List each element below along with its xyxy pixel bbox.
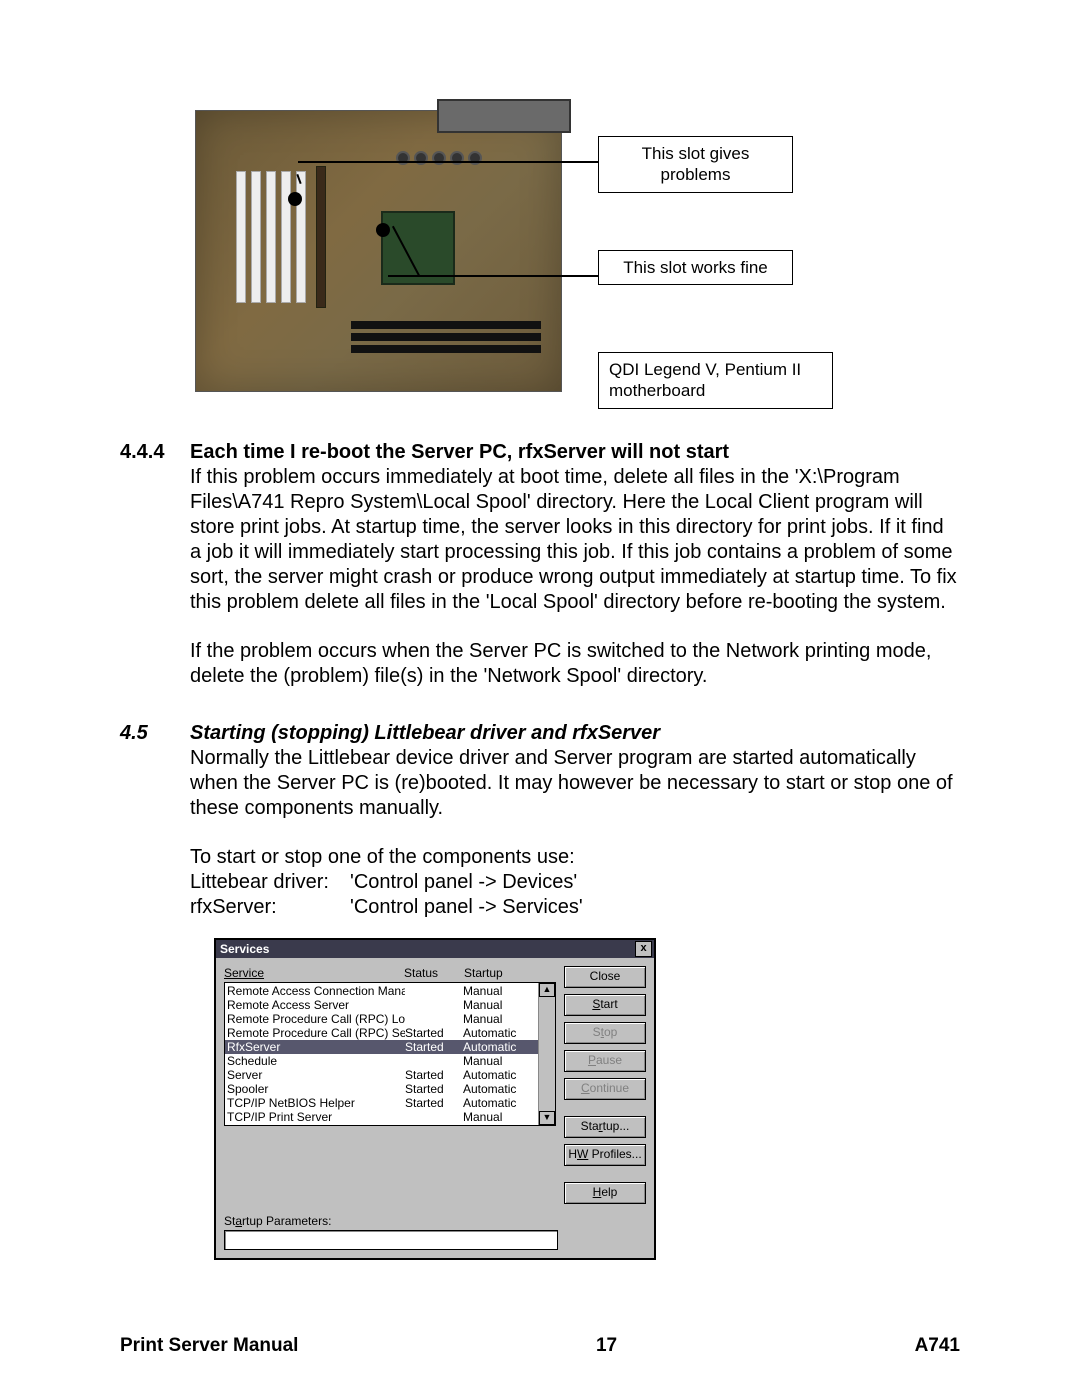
start-button[interactable]: Start	[564, 994, 646, 1016]
col-header-startup: Startup	[464, 966, 524, 980]
scroll-down-icon[interactable]: ▼	[539, 1111, 555, 1125]
services-dialog: Services x Service Status Startup Remote…	[214, 938, 656, 1260]
cell-service: Spooler	[227, 1082, 405, 1096]
dimm-slot	[351, 321, 541, 329]
footer-page-number: 17	[596, 1335, 617, 1357]
startup-params-input[interactable]	[224, 1230, 558, 1250]
cell-startup: Manual	[463, 1054, 521, 1068]
cell-status	[405, 1054, 463, 1068]
table-row[interactable]: RfxServerStartedAutomatic	[225, 1040, 538, 1054]
dimm-slot	[351, 333, 541, 341]
footer-right: A741	[915, 1335, 960, 1357]
close-button[interactable]: Close	[564, 966, 646, 988]
cell-startup: Manual	[463, 1012, 521, 1026]
cell-startup: Automatic	[463, 1082, 521, 1096]
agp-slot	[316, 166, 326, 308]
cell-status	[405, 1012, 463, 1026]
table-row[interactable]: TCP/IP Print Server Manual	[225, 1110, 538, 1124]
cell-startup: Manual	[463, 998, 521, 1012]
cell-service: Remote Access Server	[227, 998, 405, 1012]
row-label: Littebear driver:	[190, 870, 350, 895]
row-label: rfxServer:	[190, 895, 350, 920]
cell-status: Started	[405, 1068, 463, 1082]
pci-slot	[281, 171, 291, 303]
table-row[interactable]: SpoolerStartedAutomatic	[225, 1082, 538, 1096]
col-header-service: Service	[224, 966, 404, 980]
cell-service: Remote Access Connection Manager	[227, 984, 405, 998]
motherboard-figure: This slot gives problems This slot works…	[120, 110, 960, 410]
body-text: To start or stop one of the components u…	[190, 845, 960, 870]
cell-service: Server	[227, 1068, 405, 1082]
pci-slot	[236, 171, 246, 303]
cell-startup: Automatic	[463, 1068, 521, 1082]
stop-button[interactable]: Stop	[564, 1022, 646, 1044]
cell-service: TCP/IP Print Server	[227, 1110, 405, 1124]
startup-params-label: Startup Parameters:	[224, 1214, 646, 1228]
section-number: 4.5	[120, 722, 148, 744]
section-title: Each time I re-boot the Server PC, rfxSe…	[190, 440, 960, 465]
table-row[interactable]: TCP/IP NetBIOS HelperStartedAutomatic	[225, 1096, 538, 1110]
table-row[interactable]: ServerStartedAutomatic	[225, 1068, 538, 1082]
cell-status	[405, 998, 463, 1012]
leader-line	[298, 161, 598, 163]
cell-startup: Automatic	[463, 1096, 521, 1110]
help-button[interactable]: Help	[564, 1182, 646, 1204]
startup-button[interactable]: Startup...	[564, 1116, 646, 1138]
cell-service: RfxServer	[227, 1040, 405, 1054]
table-row[interactable]: Remote Procedure Call (RPC) ServiceStart…	[225, 1026, 538, 1040]
cell-startup: Manual	[463, 984, 521, 998]
scrollbar[interactable]: ▲ ▼	[538, 983, 556, 1125]
cell-service: Remote Procedure Call (RPC) Locator	[227, 1012, 405, 1026]
table-row[interactable]: Remote Procedure Call (RPC) Locator Manua…	[225, 1012, 538, 1026]
body-paragraph: If this problem occurs immediately at bo…	[190, 465, 960, 615]
cell-status: Started	[405, 1026, 463, 1040]
row-value: 'Control panel -> Services'	[350, 895, 583, 920]
pause-button[interactable]: Pause	[564, 1050, 646, 1072]
cell-startup: Manual	[463, 1110, 521, 1124]
cell-service: TCP/IP NetBIOS Helper	[227, 1096, 405, 1110]
service-list[interactable]: Remote Access Connection ManagerManualRe…	[225, 983, 538, 1125]
dimm-slot	[351, 345, 541, 353]
callout-board-caption: QDI Legend V, Pentium II motherboard	[598, 352, 833, 409]
dialog-titlebar[interactable]: Services x	[216, 940, 654, 958]
callout-fine-slot: This slot works fine	[598, 250, 793, 285]
cell-status	[405, 984, 463, 998]
pci-slot	[251, 171, 261, 303]
body-paragraph: If the problem occurs when the Server PC…	[190, 639, 960, 689]
footer-left: Print Server Manual	[120, 1335, 298, 1357]
cell-status	[405, 1110, 463, 1124]
dialog-title: Services	[220, 942, 269, 956]
col-header-status: Status	[404, 966, 464, 980]
cell-startup: Automatic	[463, 1026, 521, 1040]
hw-profiles-button[interactable]: HW Profiles...	[564, 1144, 646, 1166]
cell-status: Started	[405, 1082, 463, 1096]
pci-slot	[266, 171, 276, 303]
section-title: Starting (stopping) Littlebear driver an…	[190, 721, 960, 746]
motherboard-image	[195, 110, 562, 392]
io-ports	[437, 99, 571, 133]
section-number: 4.4.4	[120, 441, 164, 463]
cell-startup: Automatic	[463, 1040, 521, 1054]
cell-status: Started	[405, 1040, 463, 1054]
cell-status: Started	[405, 1096, 463, 1110]
table-row[interactable]: Remote Access Server Manual	[225, 998, 538, 1012]
marker-dot	[288, 192, 302, 206]
close-icon[interactable]: x	[635, 941, 652, 957]
body-paragraph: Normally the Littlebear device driver an…	[190, 746, 960, 821]
continue-button[interactable]: Continue	[564, 1078, 646, 1100]
pci-slot	[296, 171, 306, 303]
table-row[interactable]: Remote Access Connection Manager Manual	[225, 984, 538, 998]
marker-dot	[376, 223, 390, 237]
callout-problem-slot: This slot gives problems	[598, 136, 793, 193]
cell-service: Schedule	[227, 1054, 405, 1068]
cell-service: Remote Procedure Call (RPC) Service	[227, 1026, 405, 1040]
table-row[interactable]: Schedule Manual	[225, 1054, 538, 1068]
scroll-up-icon[interactable]: ▲	[539, 983, 555, 997]
row-value: 'Control panel -> Devices'	[350, 870, 577, 895]
